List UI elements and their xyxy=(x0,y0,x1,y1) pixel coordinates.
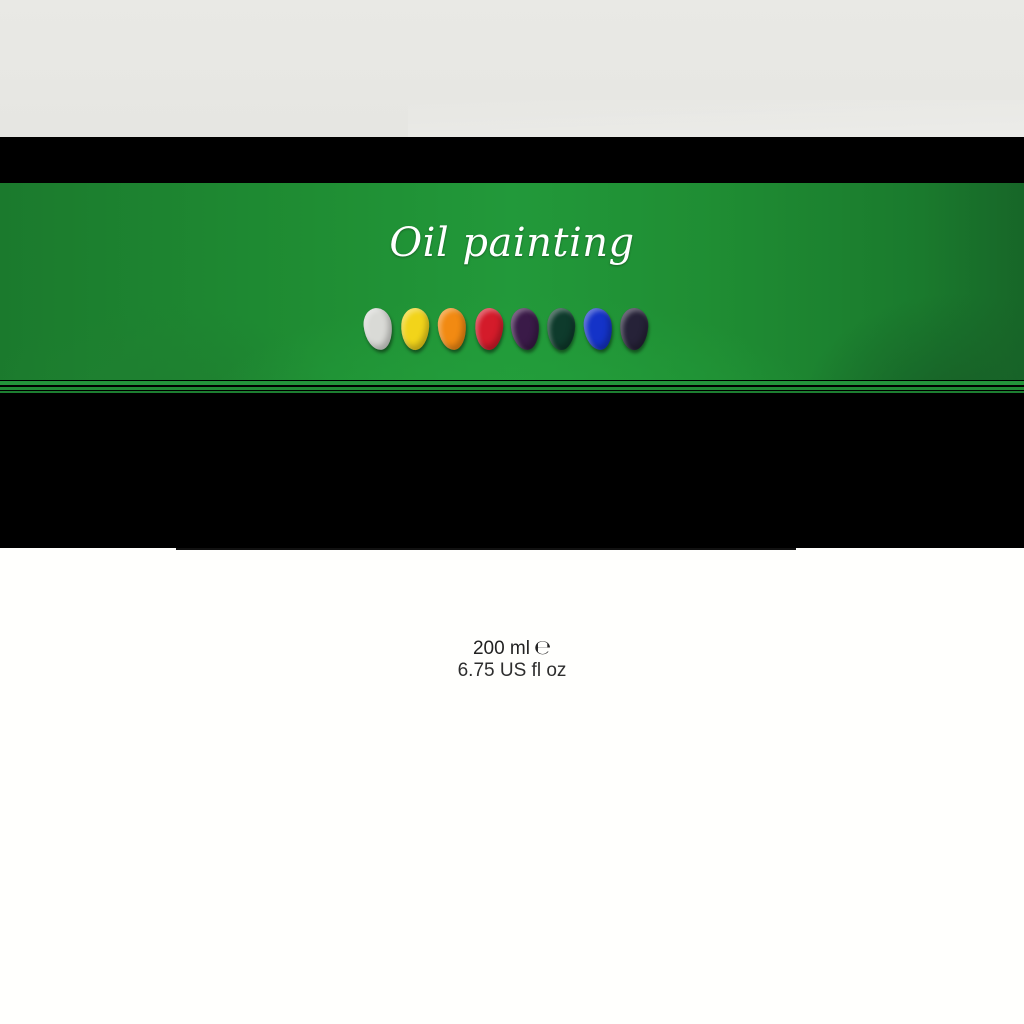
swatch-dark-green xyxy=(545,307,577,351)
volume-info: 200 ml ℮ 6.75 US fl oz xyxy=(0,636,1024,682)
swatch-orange xyxy=(436,307,468,351)
swatch-violet xyxy=(509,307,541,351)
top-band xyxy=(0,0,1024,137)
paint-swatches xyxy=(361,306,654,356)
swatch-yellow xyxy=(399,307,431,351)
product-title: Oil painting xyxy=(389,220,635,266)
swatch-indigo xyxy=(618,307,650,351)
swatch-white xyxy=(361,306,395,352)
volume-metric: 200 ml xyxy=(472,638,530,659)
swatch-blue xyxy=(582,306,614,352)
volume-us: 6.75 US fl oz xyxy=(457,660,567,681)
green-stripes xyxy=(0,380,1024,394)
swatch-red xyxy=(473,306,505,352)
black-bar-top xyxy=(0,137,1024,183)
black-bar-bottom xyxy=(0,394,1024,550)
estimated-sign-icon: ℮ xyxy=(533,635,552,659)
